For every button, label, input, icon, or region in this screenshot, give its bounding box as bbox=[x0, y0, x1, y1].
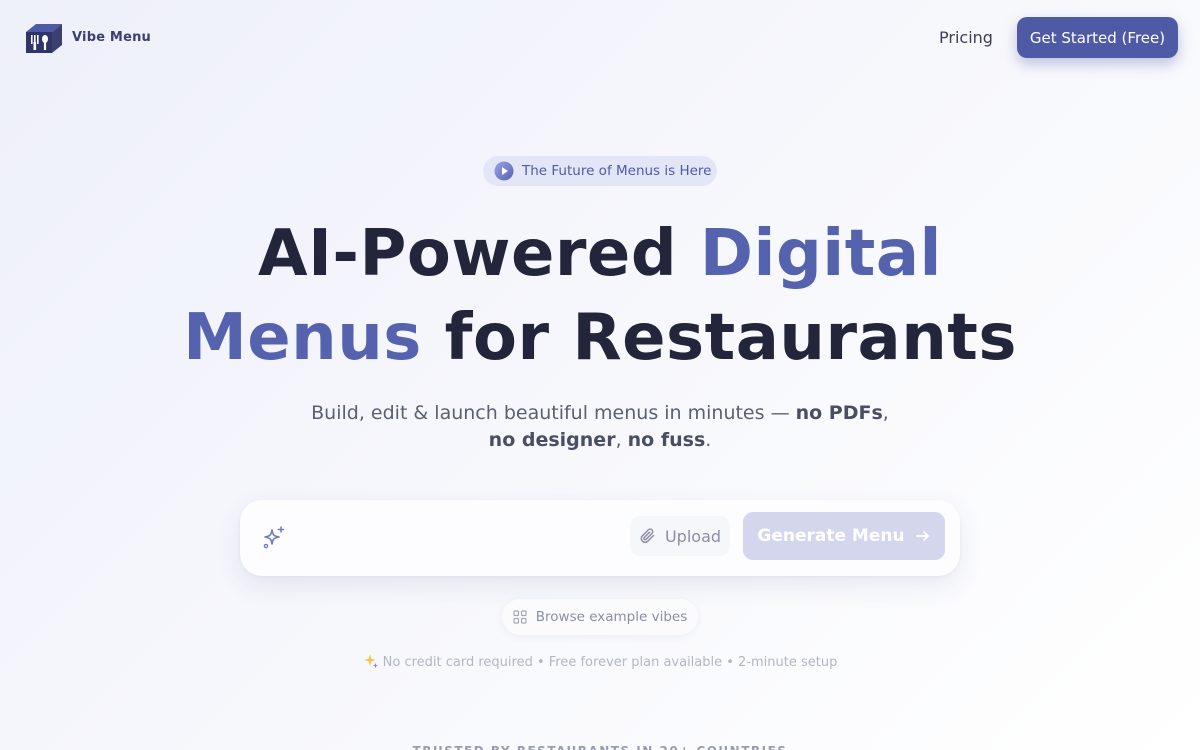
hero-title-accent2: Menus bbox=[183, 301, 422, 375]
brand-name: Vibe Menu bbox=[72, 29, 152, 45]
arrow-right-icon bbox=[915, 531, 929, 541]
subtitle-sep-2: , bbox=[615, 429, 628, 451]
play-circle-icon bbox=[494, 161, 514, 181]
sparkles-icon bbox=[263, 526, 285, 549]
badge-text: The Future of Menus is Here bbox=[522, 163, 712, 179]
hero-title-part2: for Restaurants bbox=[421, 301, 1017, 375]
subtitle-lead: Build, edit & launch beautiful menus in … bbox=[311, 402, 796, 424]
top-nav: Vibe Menu Pricing Get Started (Free) bbox=[0, 0, 1200, 76]
signup-footnote: No credit card required • Free forever p… bbox=[0, 653, 1200, 670]
nav-link-pricing[interactable]: Pricing bbox=[939, 28, 993, 47]
generate-label: Generate Menu bbox=[757, 526, 905, 546]
browse-label: Browse example vibes bbox=[535, 609, 688, 625]
browse-examples-button[interactable]: Browse example vibes bbox=[502, 599, 698, 635]
hero-title-accent1: Digital bbox=[699, 217, 942, 291]
hero-title-part1: AI-Powered bbox=[258, 217, 700, 291]
generate-menu-button[interactable]: Generate Menu bbox=[743, 512, 945, 560]
subtitle-bold-2: no designer bbox=[488, 429, 616, 451]
subtitle-end: . bbox=[705, 429, 712, 451]
hero-subtitle: Build, edit & launch beautiful menus in … bbox=[300, 400, 900, 454]
announcement-badge: The Future of Menus is Here bbox=[483, 156, 717, 186]
menu-prompt-box: Upload Generate Menu bbox=[240, 500, 960, 576]
subtitle-sep-1: , bbox=[882, 402, 889, 424]
trusted-by-heading: TRUSTED BY RESTAURANTS IN 20+ COUNTRIES bbox=[0, 744, 1200, 750]
menu-prompt-input[interactable] bbox=[300, 520, 620, 556]
get-started-button[interactable]: Get Started (Free) bbox=[1017, 17, 1178, 58]
subtitle-bold-3: no fuss bbox=[627, 429, 706, 451]
grid-icon bbox=[513, 610, 527, 624]
menu-logo-icon bbox=[26, 24, 62, 53]
upload-label: Upload bbox=[664, 526, 722, 546]
upload-button[interactable]: Upload bbox=[630, 516, 730, 556]
hero-heading: AI-Powered Digital Menus for Restaurants bbox=[0, 212, 1200, 380]
sparkle-emoji-icon bbox=[363, 654, 378, 668]
brand-logo[interactable]: Vibe Menu bbox=[22, 18, 151, 56]
footnote-text: No credit card required • Free forever p… bbox=[382, 655, 838, 670]
subtitle-bold-1: no PDFs bbox=[795, 402, 883, 424]
paperclip-icon bbox=[640, 528, 655, 544]
